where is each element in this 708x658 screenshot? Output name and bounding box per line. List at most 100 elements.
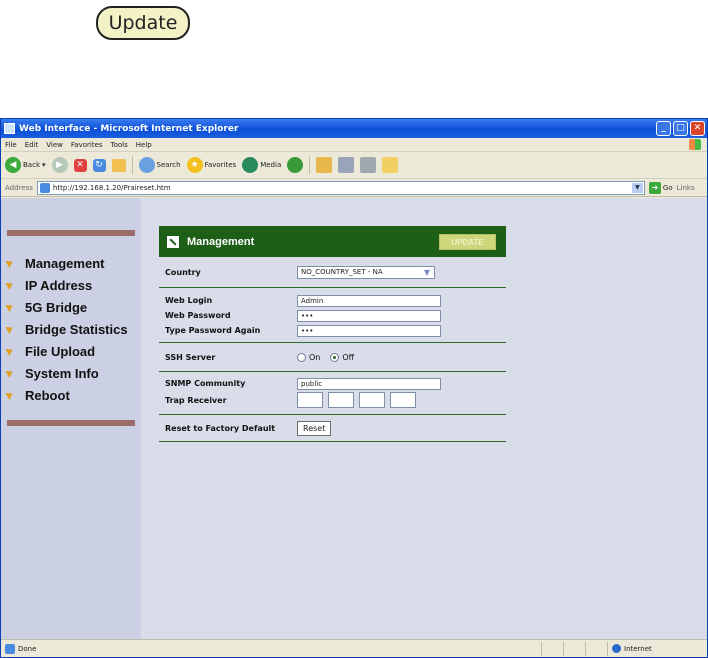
address-bar: Address http://192.168.1.20/Praireset.ht… [1, 179, 707, 197]
sidebar-item-management[interactable]: Management [5, 252, 128, 274]
sidebar-item-reboot[interactable]: Reboot [5, 384, 128, 406]
ssh-off-label: Off [342, 352, 355, 362]
ssh-off-radio[interactable]: Off [330, 352, 355, 362]
ssh-server-label: SSH Server [165, 352, 216, 362]
back-button[interactable]: ◀ Back ▾ [5, 157, 46, 173]
address-label: Address [5, 183, 33, 192]
page-viewport: Management IP Address 5G Bridge Bridge S… [1, 198, 707, 640]
type-password-label: Type Password Again [165, 326, 261, 335]
radio-on-icon [297, 352, 306, 362]
sidebar-item-file-upload[interactable]: File Upload [5, 340, 128, 362]
radio-off-icon [330, 352, 340, 362]
messenger-button[interactable] [382, 157, 399, 173]
status-text: Done [18, 644, 37, 653]
mail-button[interactable] [316, 157, 333, 173]
sidebar-item-system-info[interactable]: System Info [5, 362, 128, 384]
menu-view[interactable]: View [46, 141, 63, 149]
sidebar-item-ip-address[interactable]: IP Address [5, 274, 128, 296]
ie-app-icon [4, 123, 15, 134]
address-url: http://192.168.1.20/Praireset.htm [52, 183, 171, 192]
sidebar: Management IP Address 5G Bridge Bridge S… [1, 198, 141, 640]
type-password-input[interactable]: ••• [297, 324, 441, 337]
reset-button[interactable]: Reset [297, 420, 332, 436]
toolbar-separator [309, 156, 311, 174]
media-label: Media [260, 161, 282, 169]
snmp-community-label: SNMP Community [165, 379, 246, 388]
trap-receiver-label: Trap Receiver [165, 395, 227, 405]
sidebar-item-label: Management [25, 255, 105, 271]
history-button[interactable] [287, 157, 304, 173]
web-login-label: Web Login [165, 296, 213, 305]
edit-button[interactable] [360, 157, 377, 173]
update-button[interactable]: UPDATE [439, 234, 496, 250]
toolbar-separator [131, 156, 133, 174]
status-left: Done [1, 643, 541, 654]
sidebar-item-label: Reboot [25, 387, 70, 403]
menu-favorites[interactable]: Favorites [71, 141, 103, 149]
print-button[interactable] [338, 157, 355, 173]
sidebar-item-bridge-statistics[interactable]: Bridge Statistics [5, 318, 128, 340]
browser-window: Web Interface - Microsoft Internet Explo… [0, 118, 708, 658]
media-button[interactable]: Media [242, 157, 281, 173]
web-password-label: Web Password [165, 311, 231, 320]
menu-bar: File Edit View Favorites Tools Help [1, 138, 707, 152]
ip-octet-3-input[interactable] [359, 392, 385, 408]
star-icon: ★ [186, 157, 203, 173]
checkbox-icon [167, 235, 179, 248]
minimize-button[interactable]: _ [656, 121, 671, 136]
search-icon [138, 157, 155, 173]
chevron-down-icon[interactable]: ▾ [42, 161, 46, 169]
trap-receiver-ip [297, 392, 416, 408]
ssh-radio-group: On Off [297, 352, 355, 362]
arrow-bullet-icon [5, 324, 15, 334]
credentials-section: Web Login Admin Web Password ••• Type Pa… [159, 288, 506, 338]
ip-octet-1-input[interactable] [297, 392, 323, 408]
chevron-down-icon: ▼ [423, 267, 430, 277]
country-value: NO_COUNTRY_SET - NA [301, 268, 383, 276]
title-bar: Web Interface - Microsoft Internet Explo… [1, 119, 707, 138]
forward-button[interactable]: ▶ [51, 157, 68, 173]
ssh-server-row: SSH Server On Off [159, 343, 506, 371]
favorites-label: Favorites [204, 161, 237, 169]
stop-button[interactable]: ✕ [73, 158, 87, 172]
sidebar-item-label: 5G Bridge [25, 299, 88, 315]
panel-title: Management [187, 235, 255, 248]
security-zone: Internet [607, 641, 707, 656]
status-pane [563, 641, 585, 656]
menu-tools[interactable]: Tools [111, 141, 128, 149]
web-password-input[interactable]: ••• [297, 309, 441, 322]
sidebar-item-label: File Upload [25, 343, 96, 359]
ip-octet-2-input[interactable] [328, 392, 354, 408]
snmp-section: SNMP Community public Trap Receiver [159, 372, 506, 410]
home-button[interactable] [111, 158, 126, 172]
sidebar-divider-top [7, 230, 135, 236]
maximize-button[interactable]: □ [673, 121, 688, 136]
close-button[interactable]: ✕ [690, 121, 705, 136]
factory-reset-row: Reset to Factory Default Reset [159, 415, 506, 441]
ssh-on-radio[interactable]: On [297, 352, 320, 362]
snmp-community-input[interactable]: public [297, 377, 441, 390]
panel-header: Management UPDATE [159, 226, 506, 257]
search-button[interactable]: Search [138, 157, 181, 173]
back-label: Back [23, 161, 40, 169]
section-divider [159, 441, 506, 442]
window-controls: _ □ ✕ [656, 121, 705, 136]
address-input[interactable]: http://192.168.1.20/Praireset.htm ▼ [36, 180, 645, 195]
menu-help[interactable]: Help [136, 141, 152, 149]
country-row: Country NO_COUNTRY_SET - NA ▼ [159, 257, 506, 287]
refresh-button[interactable]: ↻ [92, 158, 106, 172]
menu-edit[interactable]: Edit [25, 141, 39, 149]
sidebar-nav: Management IP Address 5G Bridge Bridge S… [5, 252, 128, 406]
links-button[interactable]: Links [677, 184, 695, 192]
go-button[interactable]: ➜ Go [648, 181, 673, 194]
address-dropdown-button[interactable]: ▼ [631, 182, 643, 193]
status-bar: Done Internet [1, 639, 707, 657]
country-select[interactable]: NO_COUNTRY_SET - NA ▼ [297, 265, 435, 279]
favorites-button[interactable]: ★ Favorites [186, 157, 237, 173]
web-login-input[interactable]: Admin [297, 294, 441, 307]
arrow-bullet-icon [5, 258, 15, 268]
sidebar-item-5g-bridge[interactable]: 5G Bridge [5, 296, 128, 318]
back-arrow-icon: ◀ [5, 157, 21, 173]
menu-file[interactable]: File [5, 141, 17, 149]
ip-octet-4-input[interactable] [390, 392, 416, 408]
